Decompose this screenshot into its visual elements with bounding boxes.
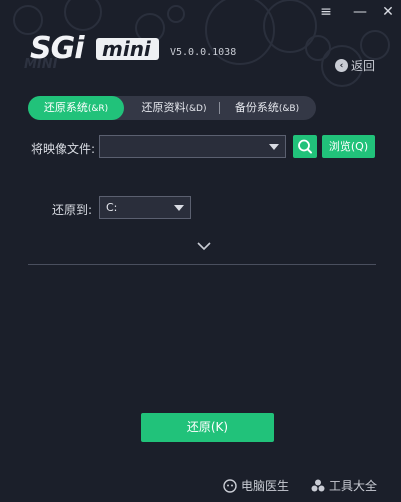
back-arrow-icon: ‹ xyxy=(335,59,348,72)
tab-restore-system[interactable]: 还原系统(&R) xyxy=(28,96,124,120)
restore-to-label: 还原到: xyxy=(52,203,93,217)
restore-to-value: C: xyxy=(106,201,118,214)
tab-label: 还原资料 xyxy=(141,101,186,114)
toolbox-icon xyxy=(311,479,325,491)
restore-button[interactable]: 还原(K) xyxy=(141,413,274,442)
image-file-label: 将映像文件: xyxy=(31,142,96,156)
tab-label: 备份系统 xyxy=(234,101,279,114)
close-icon[interactable]: ✕ xyxy=(378,4,398,20)
tab-label: 还原系统 xyxy=(43,101,88,114)
tab-divider xyxy=(219,102,220,114)
toolbox-link[interactable]: 工具大全 xyxy=(311,477,377,494)
pc-doctor-link[interactable]: 电脑医生 xyxy=(223,477,289,494)
section-divider xyxy=(28,264,376,265)
tab-hotkey: (&D) xyxy=(185,104,207,114)
back-button[interactable]: ‹ 返回 xyxy=(335,57,375,74)
search-icon xyxy=(298,139,312,154)
menu-icon[interactable]: ≡ xyxy=(316,4,336,20)
expand-chevron-icon[interactable] xyxy=(196,240,212,252)
image-file-select[interactable] xyxy=(99,135,286,158)
chevron-down-icon xyxy=(269,144,279,150)
tab-bar: 还原系统(&R) 还原资料(&D) 备份系统(&B) xyxy=(28,96,316,120)
browse-button[interactable]: 浏览(Q) xyxy=(322,135,375,158)
version-label: V5.0.0.1038 xyxy=(170,47,237,58)
chevron-down-icon xyxy=(174,205,184,211)
tab-hotkey: (&B) xyxy=(278,104,300,114)
logo-product: mini xyxy=(96,38,159,60)
tab-hotkey: (&R) xyxy=(87,104,109,114)
tab-restore-data[interactable]: 还原资料(&D) xyxy=(132,96,216,120)
minimize-icon[interactable]: — xyxy=(350,4,370,20)
restore-to-select[interactable]: C: xyxy=(99,196,191,219)
doctor-icon xyxy=(223,478,237,493)
toolbox-label: 工具大全 xyxy=(329,479,378,493)
sgi-mini-window: { "window": { "menu_icon": "≡", "minimiz… xyxy=(0,0,401,502)
pc-doctor-label: 电脑医生 xyxy=(241,479,290,493)
back-label: 返回 xyxy=(351,59,376,73)
tab-backup-system[interactable]: 备份系统(&B) xyxy=(224,96,310,120)
search-button[interactable] xyxy=(293,135,317,158)
logo-brand: SGi xyxy=(30,31,85,66)
